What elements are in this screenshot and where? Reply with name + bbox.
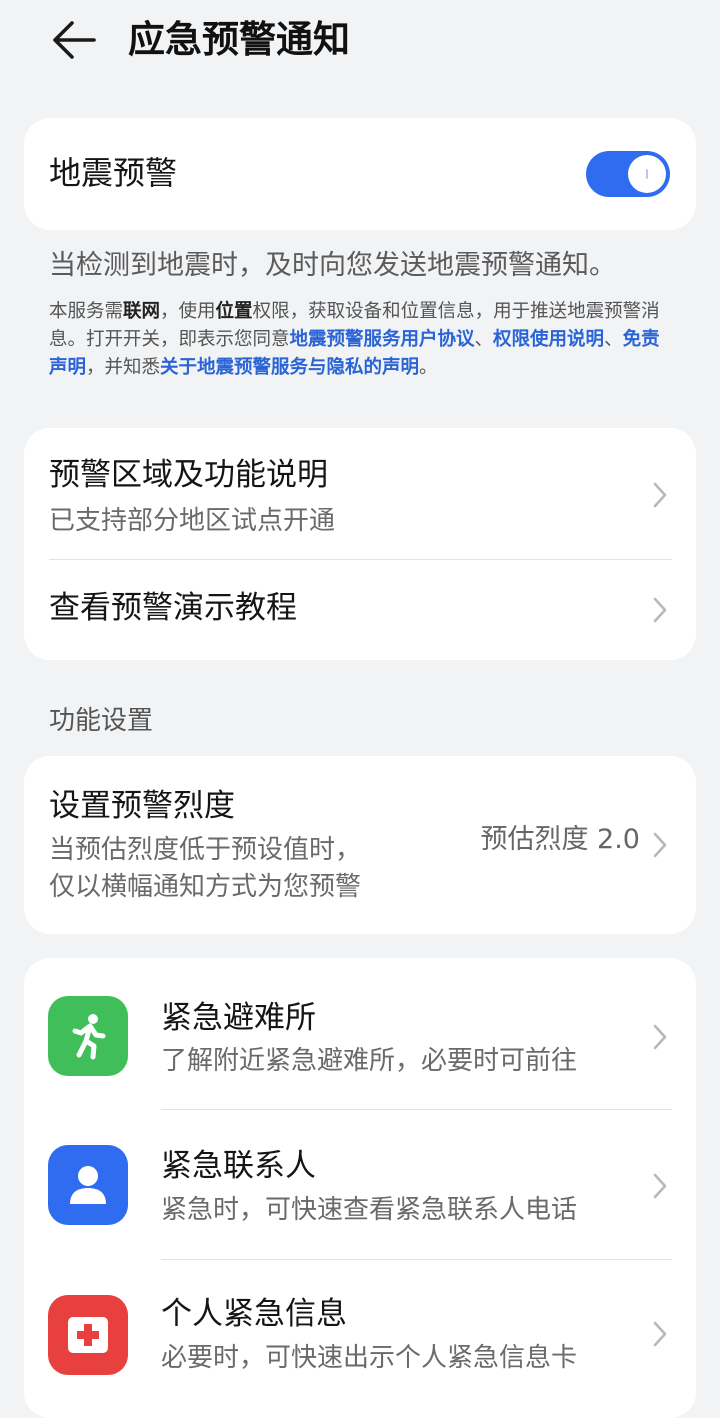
row-subtitle: 已支持部分地区试点开通 bbox=[49, 506, 336, 536]
row-title: 预警区域及功能说明 bbox=[49, 457, 328, 493]
chevron-right-icon bbox=[653, 832, 667, 858]
intensity-description-line2: 仅以横幅通知方式为您预警 bbox=[49, 872, 362, 902]
legal-emphasis-location: 位置 bbox=[215, 301, 253, 322]
row-subtitle: 必要时，可快速出示个人紧急信息卡 bbox=[161, 1343, 578, 1373]
back-arrow-icon bbox=[53, 21, 96, 59]
legal-notice: 本服务需联网，使用位置权限，获取设备和位置信息，用于推送地震预警消息。打开开关，… bbox=[49, 298, 673, 382]
row-title: 紧急避难所 bbox=[161, 1000, 316, 1036]
earthquake-warning-label: 地震预警 bbox=[49, 154, 178, 192]
privacy-statement-link[interactable]: 关于地震预警服务与隐私的声明 bbox=[160, 357, 419, 378]
region-info-card: 预警区域及功能说明 已支持部分地区试点开通 查看预警演示教程 bbox=[24, 428, 696, 660]
region-description-row[interactable]: 预警区域及功能说明 已支持部分地区试点开通 bbox=[24, 428, 696, 559]
header-bar: 应急预警通知 bbox=[0, 0, 720, 80]
earthquake-warning-description: 当检测到地震时，及时向您发送地震预警通知。 bbox=[49, 250, 616, 281]
legal-text: ，使用 bbox=[160, 301, 216, 322]
back-button[interactable] bbox=[46, 14, 102, 66]
row-title: 紧急联系人 bbox=[161, 1148, 316, 1184]
medical-cross-icon bbox=[48, 1295, 128, 1375]
user-agreement-link[interactable]: 地震预警服务用户协议 bbox=[290, 329, 475, 350]
person-icon bbox=[48, 1145, 128, 1225]
chevron-right-icon bbox=[653, 1173, 667, 1199]
running-person-icon bbox=[48, 996, 128, 1076]
warning-intensity-card[interactable]: 设置预警烈度 当预估烈度低于预设值时， 仅以横幅通知方式为您预警 预估烈度 2.… bbox=[24, 756, 696, 934]
emergency-services-card: 紧急避难所 了解附近紧急避难所，必要时可前往 紧急联系人 紧急时，可快速查看紧急… bbox=[24, 958, 696, 1418]
intensity-title: 设置预警烈度 bbox=[49, 788, 235, 824]
emergency-contacts-row[interactable]: 紧急联系人 紧急时，可快速查看紧急联系人电话 bbox=[24, 1110, 696, 1259]
earthquake-warning-card: 地震预警 bbox=[24, 118, 696, 230]
legal-text: 、 bbox=[474, 329, 494, 350]
legal-emphasis-network: 联网 bbox=[123, 301, 161, 322]
earthquake-warning-toggle[interactable] bbox=[586, 151, 670, 197]
row-subtitle: 了解附近紧急避难所，必要时可前往 bbox=[161, 1046, 578, 1076]
legal-text: 、 bbox=[604, 329, 623, 350]
section-label-settings: 功能设置 bbox=[49, 706, 154, 736]
legal-text: 。 bbox=[419, 357, 438, 378]
demo-tutorial-row[interactable]: 查看预警演示教程 bbox=[24, 560, 696, 660]
personal-emergency-info-row[interactable]: 个人紧急信息 必要时，可快速出示个人紧急信息卡 bbox=[24, 1260, 696, 1410]
row-title: 查看预警演示教程 bbox=[49, 590, 297, 626]
legal-text: 本服务需 bbox=[49, 301, 124, 322]
emergency-shelter-row[interactable]: 紧急避难所 了解附近紧急避难所，必要时可前往 bbox=[24, 958, 696, 1109]
row-subtitle: 紧急时，可快速查看紧急联系人电话 bbox=[161, 1195, 578, 1225]
permission-usage-link[interactable]: 权限使用说明 bbox=[493, 329, 604, 350]
intensity-value: 预估烈度 2.0 bbox=[480, 824, 640, 855]
row-title: 个人紧急信息 bbox=[161, 1296, 347, 1332]
chevron-right-icon bbox=[653, 482, 667, 508]
page-title: 应急预警通知 bbox=[128, 18, 350, 61]
intensity-description-line1: 当预估烈度低于预设值时， bbox=[49, 835, 362, 865]
chevron-right-icon bbox=[653, 1321, 667, 1347]
toggle-knob bbox=[628, 155, 666, 193]
chevron-right-icon bbox=[653, 597, 667, 623]
legal-text: ，并知悉 bbox=[86, 357, 161, 378]
chevron-right-icon bbox=[653, 1024, 667, 1050]
